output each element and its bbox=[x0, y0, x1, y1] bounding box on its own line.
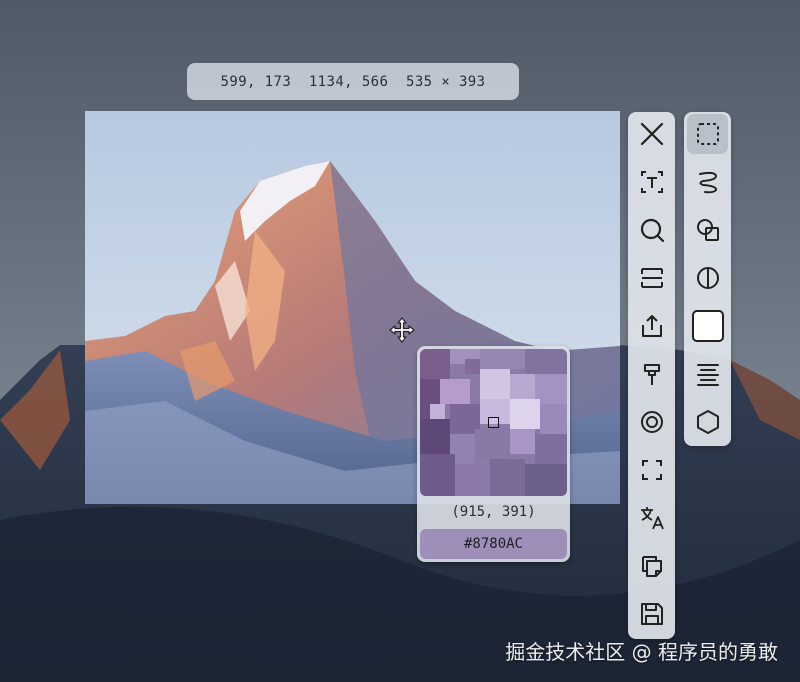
start-coords: 599, 173 bbox=[220, 73, 292, 90]
align-icon[interactable] bbox=[684, 354, 731, 394]
move-cursor-icon[interactable] bbox=[388, 316, 416, 344]
pin-icon[interactable] bbox=[628, 354, 675, 394]
white-fill-icon[interactable] bbox=[684, 306, 731, 346]
magnifier-crosshair bbox=[488, 417, 499, 428]
selection-size: 535 × 393 bbox=[405, 73, 486, 90]
contrast-icon[interactable] bbox=[684, 258, 731, 298]
magnifier-zoom-view bbox=[420, 349, 567, 496]
selection-coordinates: 599, 173 1134, 566 535 × 393 bbox=[187, 63, 519, 100]
search-icon[interactable] bbox=[628, 210, 675, 250]
hexagon-icon[interactable] bbox=[684, 402, 731, 442]
frame-icon[interactable] bbox=[628, 450, 675, 490]
freehand-icon[interactable] bbox=[684, 162, 731, 202]
shapes-icon[interactable] bbox=[684, 210, 731, 250]
long-screenshot-icon[interactable] bbox=[628, 258, 675, 298]
end-coords: 1134, 566 bbox=[308, 73, 389, 90]
color-hex-value[interactable]: #8780AC bbox=[420, 529, 567, 559]
watermark: 掘金技术社区 @ 程序员的勇敢 bbox=[505, 640, 778, 664]
translate-icon[interactable] bbox=[628, 498, 675, 538]
save-icon[interactable] bbox=[628, 594, 675, 634]
copy-icon[interactable] bbox=[628, 546, 675, 586]
share-icon[interactable] bbox=[628, 306, 675, 346]
main-toolbar bbox=[628, 112, 675, 639]
close-icon[interactable] bbox=[628, 114, 675, 154]
cursor-position: (915, 391) bbox=[451, 504, 536, 520]
side-toolbar bbox=[684, 112, 731, 446]
text-icon[interactable] bbox=[628, 162, 675, 202]
magnifier-panel: (915, 391) #8780AC bbox=[417, 346, 570, 562]
rect-select-icon[interactable] bbox=[687, 114, 728, 154]
target-icon[interactable] bbox=[628, 402, 675, 442]
